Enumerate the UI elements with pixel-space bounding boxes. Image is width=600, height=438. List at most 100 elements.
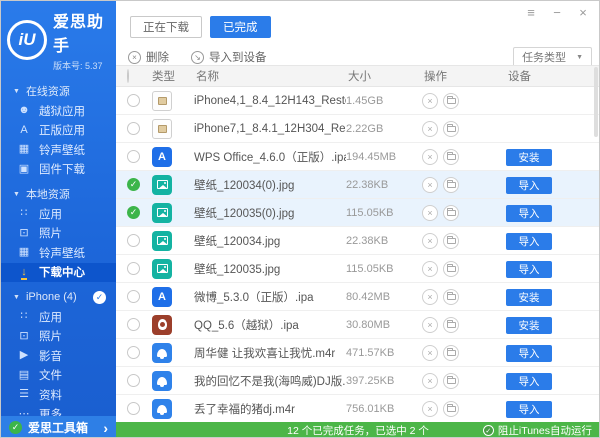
tab-downloading[interactable]: 正在下载 [130, 16, 202, 38]
import-to-device-button[interactable]: ↘ 导入到设备 [191, 49, 267, 65]
open-folder-icon[interactable] [443, 177, 459, 193]
table-row[interactable]: AWPS Office_4.6.0（正版）.ipa194.45MB×安装 [116, 143, 600, 171]
row-checkbox[interactable] [127, 402, 140, 415]
sidebar-item-iphone-media[interactable]: ▶影音 [1, 346, 116, 366]
delete-button[interactable]: × 删除 [128, 49, 169, 65]
import-button[interactable]: 导入 [506, 345, 552, 362]
import-button[interactable]: 导入 [506, 233, 552, 250]
row-checkbox[interactable] [127, 262, 140, 275]
sidebar-item-download-center[interactable]: ↓下载中心 [1, 263, 116, 283]
col-type: 类型 [150, 68, 194, 84]
sidebar-item-ringtone-wallpaper[interactable]: ▦铃声壁纸 [1, 140, 116, 160]
minimize-icon[interactable]: − [550, 5, 564, 20]
table-row[interactable]: A微博_5.3.0（正版）.ipa80.42MB×安装 [116, 283, 600, 311]
sidebar-item-local-ringtone-wallpaper[interactable]: ▦铃声壁纸 [1, 243, 116, 263]
scrollbar-thumb[interactable] [594, 67, 598, 137]
import-button[interactable]: 导入 [506, 205, 552, 222]
sidebar-item-jailbreak-apps[interactable]: ☻越狱应用 [1, 101, 116, 121]
table-row[interactable]: 壁纸_120034.jpg22.38KB×导入 [116, 227, 600, 255]
scrollbar[interactable] [594, 67, 598, 419]
sidebar-item-local-apps[interactable]: ∷应用 [1, 204, 116, 224]
table-row[interactable]: 我的回忆不是我(海鸣威)DJ版.m4r397.25KB×导入 [116, 367, 600, 395]
table-row[interactable]: 丢了幸福的猪dj.m4r756.01KB×导入 [116, 395, 600, 422]
file-size: 22.38KB [346, 235, 422, 247]
table-row[interactable]: iPhone7,1_8.4.1_12H304_Restore.ipsw2.22G… [116, 115, 600, 143]
row-checkbox[interactable] [127, 122, 140, 135]
open-folder-icon[interactable] [443, 261, 459, 277]
delete-file-icon[interactable]: × [422, 121, 438, 137]
iphone-apps-icon: ∷ [17, 311, 31, 322]
table-row[interactable]: ✓壁纸_120034(0).jpg22.38KB×导入 [116, 171, 600, 199]
menu-icon[interactable]: ≡ [524, 5, 538, 20]
sidebar-item-iphone-files[interactable]: ▤文件 [1, 366, 116, 386]
table-row[interactable]: 周华健 让我欢喜让我忧.m4r471.57KB×导入 [116, 339, 600, 367]
sidebar-item-label: 正版应用 [39, 122, 85, 138]
delete-file-icon[interactable]: × [422, 289, 438, 305]
row-checkbox[interactable] [127, 290, 140, 303]
local-apps-icon: ∷ [17, 208, 31, 219]
close-icon[interactable]: × [576, 5, 590, 20]
open-folder-icon[interactable] [443, 205, 459, 221]
open-folder-icon[interactable] [443, 317, 459, 333]
sidebar-section-local-resources: ▼本地资源∷应用⊡照片▦铃声壁纸↓下载中心 [1, 184, 116, 282]
open-folder-icon[interactable] [443, 289, 459, 305]
open-folder-icon[interactable] [443, 93, 459, 109]
row-checkbox[interactable]: ✓ [127, 178, 140, 191]
firmware-download-icon: ▣ [17, 164, 31, 175]
sidebar-item-label: 铃声壁纸 [39, 245, 85, 261]
open-folder-icon[interactable] [443, 121, 459, 137]
delete-file-icon[interactable]: × [422, 317, 438, 333]
install-button[interactable]: 安装 [506, 289, 552, 306]
task-type-dropdown[interactable]: 任务类型 ▼ [513, 47, 592, 67]
sidebar-item-firmware-download[interactable]: ▣固件下载 [1, 160, 116, 180]
chevron-expand-icon: ▼ [13, 294, 20, 301]
install-button[interactable]: 安装 [506, 317, 552, 334]
import-button[interactable]: 导入 [506, 373, 552, 390]
delete-file-icon[interactable]: × [422, 149, 438, 165]
open-folder-icon[interactable] [443, 233, 459, 249]
row-checkbox[interactable] [127, 94, 140, 107]
delete-file-icon[interactable]: × [422, 345, 438, 361]
open-folder-icon[interactable] [443, 373, 459, 389]
tab-bar: 正在下载 已完成 [130, 16, 271, 38]
sidebar-section-header-online-resources[interactable]: ▼在线资源 [1, 81, 116, 101]
delete-file-icon[interactable]: × [422, 373, 438, 389]
wallpaper-image-icon [152, 231, 172, 251]
row-checkbox[interactable] [127, 346, 140, 359]
open-folder-icon[interactable] [443, 149, 459, 165]
table-row[interactable]: 壁纸_120035.jpg115.05KB×导入 [116, 255, 600, 283]
sidebar-section-header-iphone[interactable]: ▼iPhone (4)✓ [1, 287, 116, 307]
row-checkbox[interactable] [127, 374, 140, 387]
row-checkbox[interactable]: ✓ [127, 206, 140, 219]
table-row[interactable]: QQ_5.6（越狱）.ipa30.80MB×安装 [116, 311, 600, 339]
sidebar-section-header-local-resources[interactable]: ▼本地资源 [1, 184, 116, 204]
delete-file-icon[interactable]: × [422, 177, 438, 193]
jailbreak-apps-icon: ☻ [17, 105, 31, 116]
delete-file-icon[interactable]: × [422, 93, 438, 109]
open-folder-icon[interactable] [443, 345, 459, 361]
delete-file-icon[interactable]: × [422, 401, 438, 417]
select-all-checkbox[interactable] [127, 69, 129, 83]
import-button[interactable]: 导入 [506, 261, 552, 278]
table-row[interactable]: iPhone4,1_8.4_12H143_Restore.ipsw1.45GB× [116, 87, 600, 115]
row-checkbox[interactable] [127, 150, 140, 163]
sidebar-item-iphone-apps[interactable]: ∷应用 [1, 307, 116, 327]
import-button[interactable]: 导入 [506, 177, 552, 194]
sidebar-item-iphone-photos[interactable]: ⊡照片 [1, 327, 116, 347]
delete-file-icon[interactable]: × [422, 261, 438, 277]
sidebar-item-iphone-data[interactable]: ☰资料 [1, 385, 116, 405]
file-name: iPhone4,1_8.4_12H143_Restore.ipsw [194, 95, 346, 107]
row-checkbox[interactable] [127, 234, 140, 247]
install-button[interactable]: 安装 [506, 149, 552, 166]
sidebar-item-genuine-apps[interactable]: A正版应用 [1, 121, 116, 141]
block-itunes-toggle[interactable]: ✓ 阻止iTunes自动运行 [483, 423, 592, 438]
sidebar-item-toolbox[interactable]: ✓ 爱思工具箱 › [1, 416, 116, 438]
import-button[interactable]: 导入 [506, 401, 552, 418]
sidebar-item-local-photos[interactable]: ⊡照片 [1, 224, 116, 244]
delete-file-icon[interactable]: × [422, 205, 438, 221]
row-checkbox[interactable] [127, 318, 140, 331]
table-row[interactable]: ✓壁纸_120035(0).jpg115.05KB×导入 [116, 199, 600, 227]
tab-completed[interactable]: 已完成 [210, 16, 271, 38]
delete-file-icon[interactable]: × [422, 233, 438, 249]
open-folder-icon[interactable] [443, 401, 459, 417]
